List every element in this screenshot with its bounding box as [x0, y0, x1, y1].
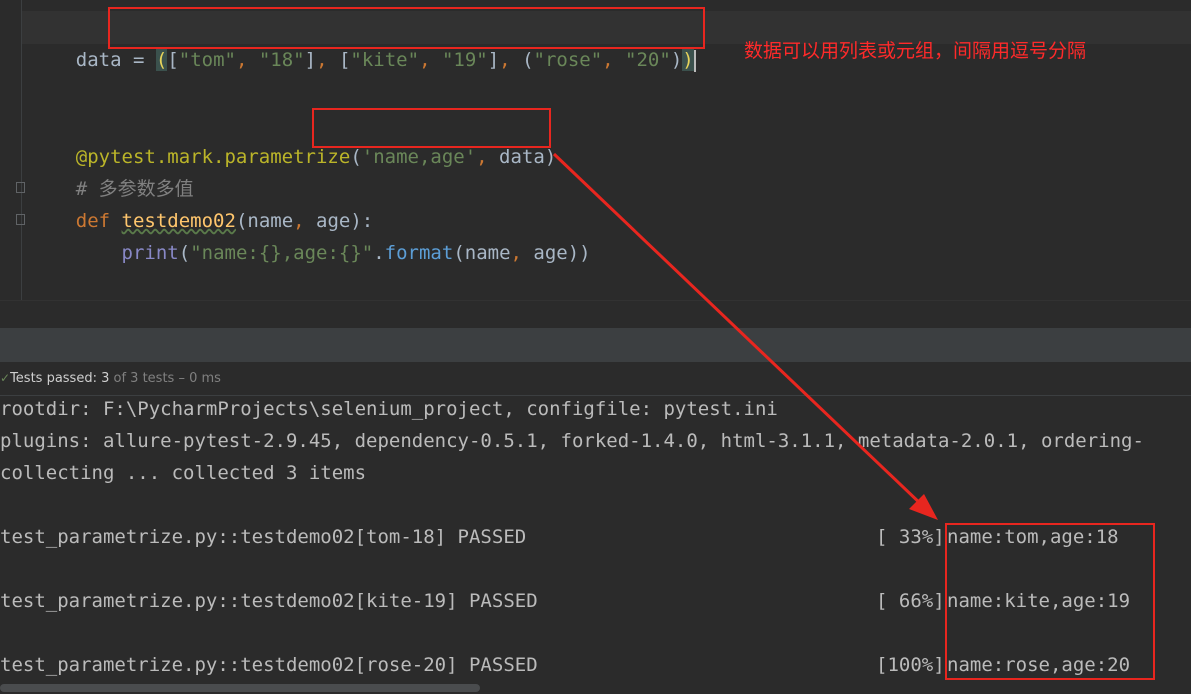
string-rose: "rose": [533, 49, 603, 71]
console-rootdir: rootdir: F:\PycharmProjects\selenium_pro…: [0, 398, 778, 420]
console-percent-1: [ 33%]: [876, 526, 945, 548]
bracket-open-2: [: [338, 49, 351, 71]
bracket-close-2: ]: [487, 49, 500, 71]
highlight-box-data: [108, 7, 705, 49]
string-kite: "kite": [350, 49, 420, 71]
comma-2: ,: [316, 49, 339, 71]
console-percent-2: [ 66%]: [876, 590, 945, 612]
panel-separator: [0, 300, 1191, 328]
tuple-close: ): [670, 49, 683, 71]
var-data: data: [75, 49, 122, 71]
paren-open: (: [350, 146, 362, 168]
console-result-1: test_parametrize.py::testdemo02[tom-18] …: [0, 526, 527, 548]
args-open: (name: [453, 242, 511, 264]
text-caret: [693, 49, 696, 72]
paren-close: ): [682, 49, 694, 71]
gutter-divider: [21, 0, 22, 300]
comma-1: ,: [235, 49, 259, 71]
status-prefix: Tests passed:: [10, 371, 102, 386]
console-collecting: collecting ... collected 3 items: [0, 462, 367, 484]
console-plugins: plugins: allure-pytest-2.9.45, dependenc…: [0, 430, 1144, 452]
console-result-3: test_parametrize.py::testdemo02[rose-20]…: [0, 654, 538, 676]
highlight-box-output: [945, 523, 1155, 680]
builtin-print: print: [121, 242, 179, 264]
dot: .: [373, 242, 385, 264]
arg-names-string: 'name,age': [361, 146, 477, 168]
assign-op: =: [121, 49, 156, 71]
console-percent-3: [100%]: [876, 654, 945, 676]
string-19: "19": [441, 49, 488, 71]
code-line-def[interactable]: def testdemo02(name, age):: [30, 173, 373, 232]
comma: ,: [476, 146, 500, 168]
comma: ,: [510, 242, 534, 264]
method-format: format: [384, 242, 454, 264]
bracket-close-1: ]: [304, 49, 317, 71]
paren-open: (: [178, 242, 191, 264]
test-status-bar: ✓Tests passed: 3 of 3 tests – 0 ms: [0, 362, 1191, 396]
fold-icon[interactable]: [16, 182, 25, 193]
fold-end-icon[interactable]: [16, 214, 25, 225]
string-tom: "tom": [178, 49, 236, 71]
paren-close: ): [544, 146, 557, 168]
check-icon: ✓: [0, 371, 11, 385]
comma-3: ,: [419, 49, 442, 71]
highlight-box-decorator-args: [312, 108, 551, 148]
args-close: age)): [533, 242, 591, 264]
comma-4: ,: [499, 49, 523, 71]
format-string: "name:{},age:{}": [190, 242, 374, 264]
paren-open: (: [155, 49, 168, 71]
comma-5: ,: [602, 49, 626, 71]
string-18: "18": [258, 49, 305, 71]
code-editor[interactable]: data = (["tom", "18"], ["kite", "19"], (…: [0, 0, 1191, 300]
status-rest: of 3 tests – 0 ms: [109, 371, 221, 386]
bracket-open-1: [: [167, 49, 179, 71]
console-result-2: test_parametrize.py::testdemo02[kite-19]…: [0, 590, 538, 612]
console-output[interactable]: rootdir: F:\PycharmProjects\selenium_pro…: [0, 396, 1191, 694]
horizontal-scrollbar[interactable]: [0, 684, 480, 692]
code-line-comment[interactable]: # 多参数多值: [30, 141, 194, 200]
arg-data: data: [499, 146, 545, 168]
code-line-print[interactable]: print("name:{},age:{}".format(name, age)…: [30, 205, 591, 264]
annotation-note: 数据可以用列表或元组，间隔用逗号分隔: [744, 40, 1087, 62]
string-20: "20": [625, 49, 671, 71]
tuple-open: (: [522, 49, 534, 71]
run-toolbar: [0, 328, 1191, 362]
